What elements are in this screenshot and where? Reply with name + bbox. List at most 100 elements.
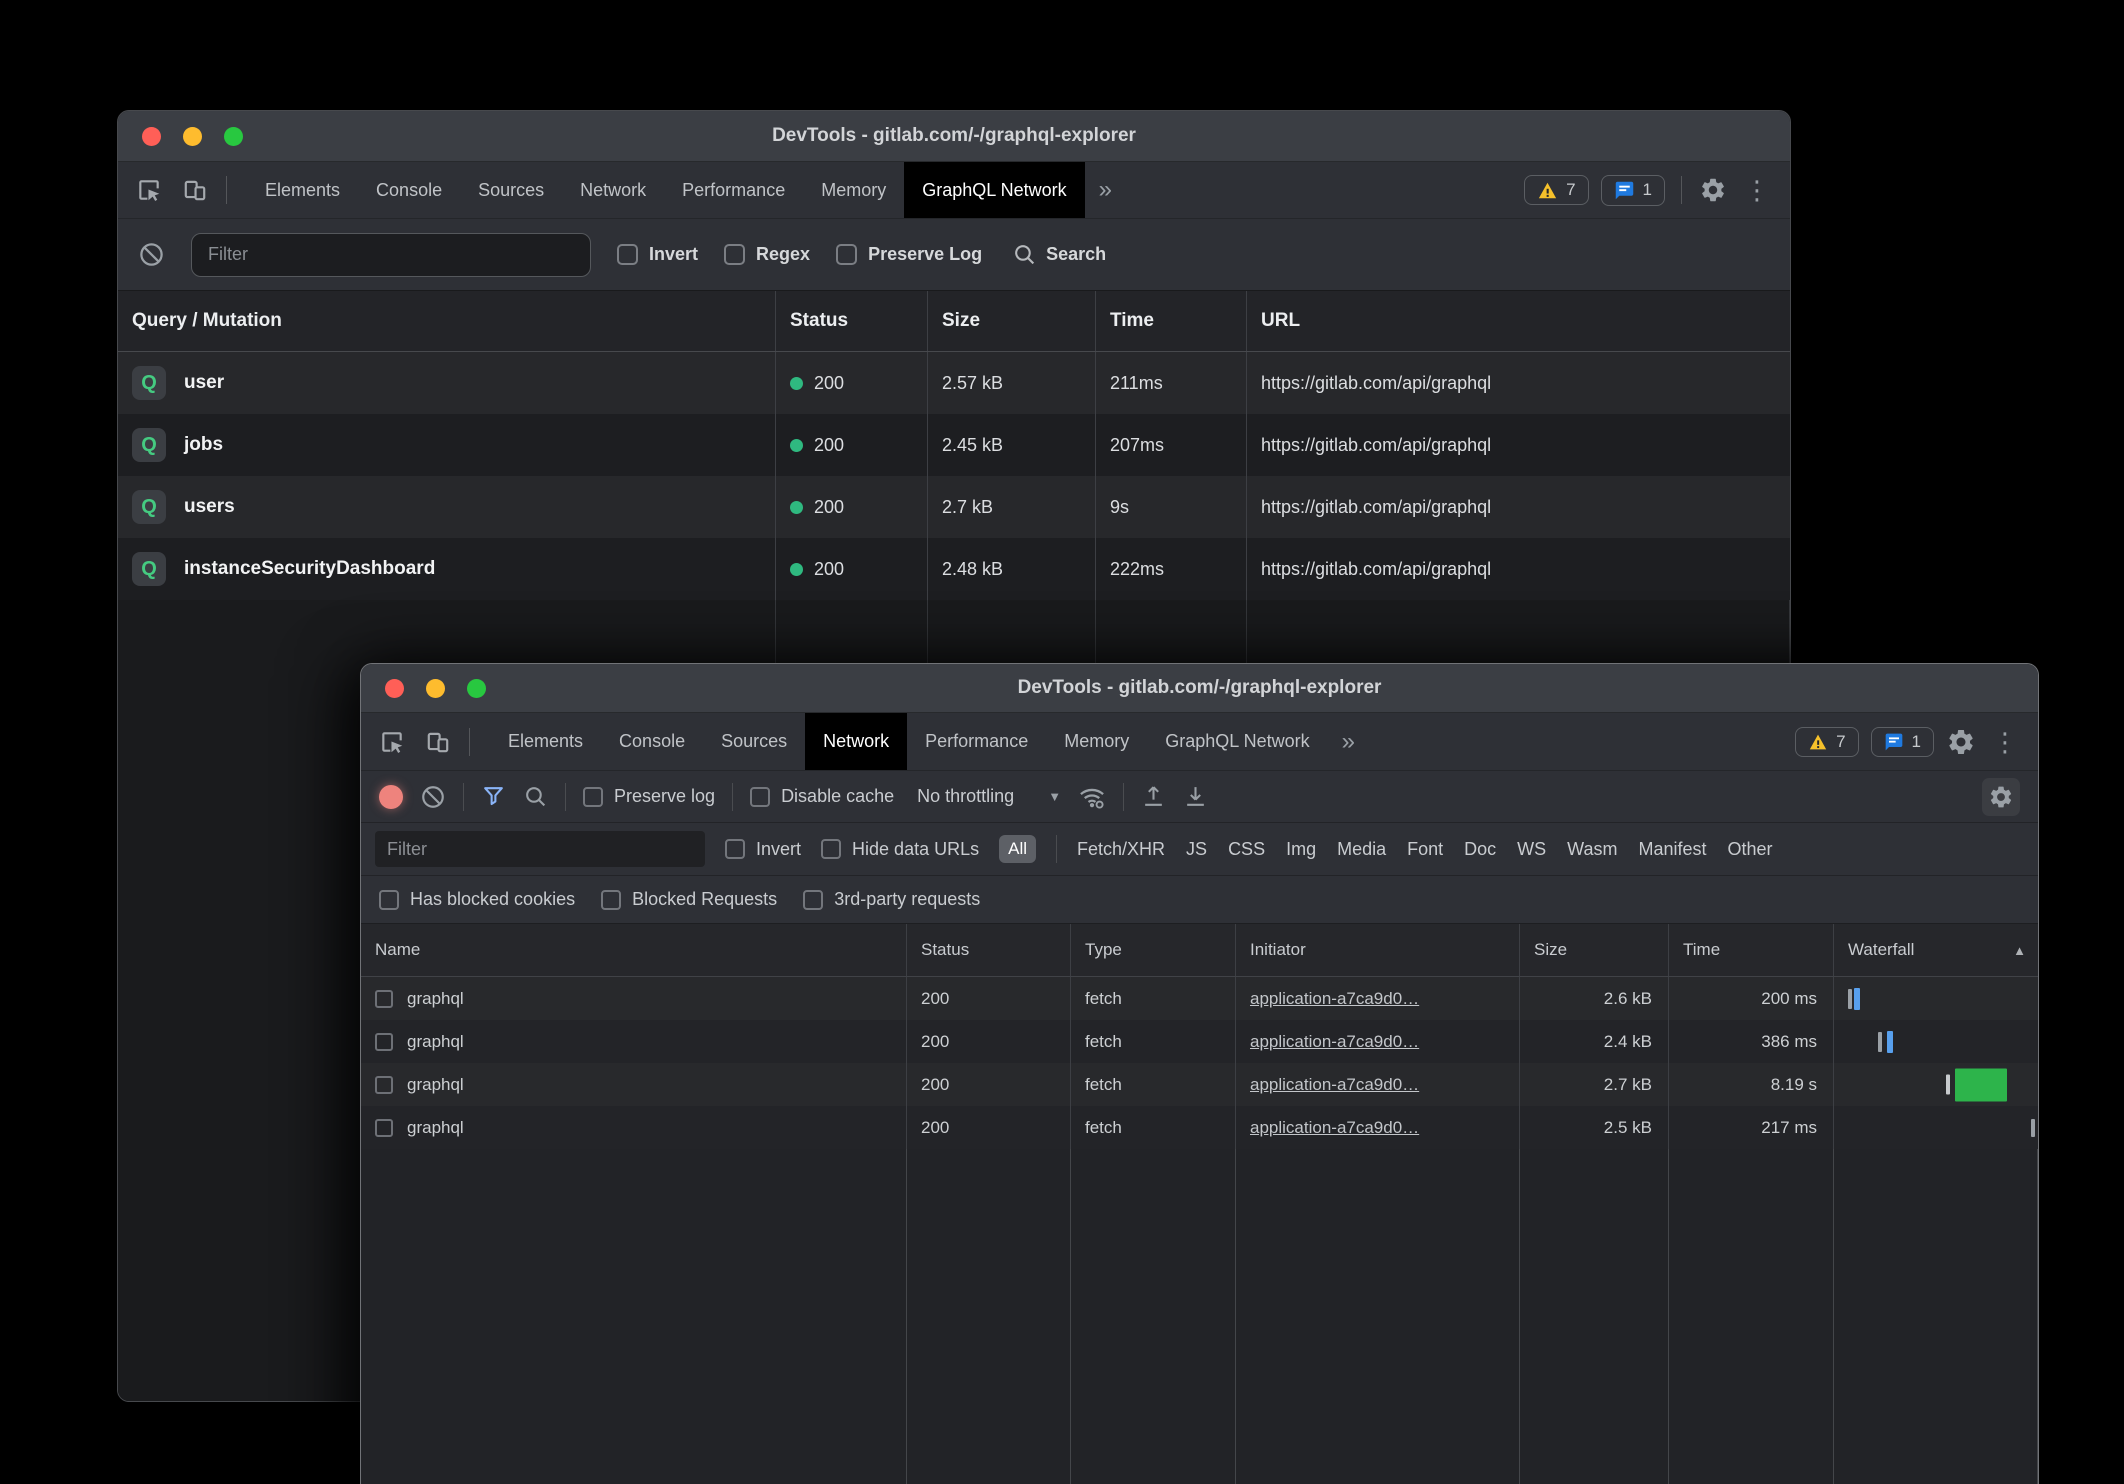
column-header-status[interactable]: Status [776,291,928,351]
invert-checkbox[interactable] [725,839,745,859]
request-checkbox[interactable] [375,1076,393,1094]
column-header-size[interactable]: Size [928,291,1096,351]
filter-type-all[interactable]: All [999,835,1036,863]
filter-type-css[interactable]: CSS [1228,839,1265,860]
initiator-link[interactable]: application-a7ca9d0… [1250,1075,1419,1095]
column-header-size[interactable]: Size [1520,924,1669,976]
initiator-link[interactable]: application-a7ca9d0… [1250,1118,1419,1138]
request-row[interactable]: graphql 200 fetch application-a7ca9d0… 2… [361,1020,2038,1063]
regex-checkbox[interactable] [724,244,745,265]
column-header-type[interactable]: Type [1071,924,1236,976]
query-row-instance-security-dashboard[interactable]: QinstanceSecurityDashboard 200 2.48 kB 2… [118,538,1790,600]
title-bar[interactable]: DevTools - gitlab.com/-/graphql-explorer [118,111,1790,162]
request-row[interactable]: graphql 200 fetch application-a7ca9d0… 2… [361,1063,2038,1106]
import-har-icon[interactable] [1141,784,1166,809]
issues-badge[interactable]: 1 [1601,175,1665,206]
filter-type-img[interactable]: Img [1286,839,1316,860]
filter-type-ws[interactable]: WS [1517,839,1546,860]
third-party-requests-checkbox-group[interactable]: 3rd-party requests [803,889,980,910]
column-header-url[interactable]: URL [1247,291,1790,351]
column-header-time[interactable]: Time [1669,924,1834,976]
request-row[interactable]: graphql 200 fetch application-a7ca9d0… 2… [361,977,2038,1020]
search-icon[interactable] [523,784,548,809]
column-header-waterfall[interactable]: Waterfall ▲ [1834,924,2038,976]
record-network-log-button[interactable] [379,785,403,809]
initiator-link[interactable]: application-a7ca9d0… [1250,989,1419,1009]
request-checkbox[interactable] [375,1119,393,1137]
disable-cache-checkbox-group[interactable]: Disable cache [750,786,894,807]
warnings-badge[interactable]: 7 [1524,175,1588,205]
filter-type-font[interactable]: Font [1407,839,1443,860]
filter-type-fetch-xhr[interactable]: Fetch/XHR [1077,839,1165,860]
tab-graphql-network[interactable]: GraphQL Network [904,162,1084,218]
tab-network[interactable]: Network [562,162,664,218]
tab-graphql-network[interactable]: GraphQL Network [1147,713,1327,770]
column-header-query-mutation[interactable]: Query / Mutation [118,291,776,351]
column-header-name[interactable]: Name [361,924,907,976]
kebab-menu-icon[interactable]: ⋮ [1988,729,2022,755]
invert-checkbox[interactable] [617,244,638,265]
filter-type-manifest[interactable]: Manifest [1639,839,1707,860]
preserve-log-checkbox-group[interactable]: Preserve log [583,786,715,807]
preserve-log-checkbox[interactable] [583,787,603,807]
has-blocked-cookies-checkbox-group[interactable]: Has blocked cookies [379,889,575,910]
issues-badge[interactable]: 1 [1871,727,1934,757]
column-header-time[interactable]: Time [1096,291,1247,351]
request-checkbox[interactable] [375,1033,393,1051]
preserve-log-checkbox[interactable] [836,244,857,265]
filter-type-js[interactable]: JS [1186,839,1207,860]
tab-console[interactable]: Console [358,162,460,218]
filter-input[interactable] [191,233,591,277]
more-tabs-icon[interactable]: » [1328,713,1369,770]
disable-cache-checkbox[interactable] [750,787,770,807]
filter-type-media[interactable]: Media [1337,839,1386,860]
tab-performance[interactable]: Performance [664,162,803,218]
query-row-users[interactable]: Qusers 200 2.7 kB 9s https://gitlab.com/… [118,476,1790,538]
tab-elements[interactable]: Elements [247,162,358,218]
zoom-window-button[interactable] [467,679,486,698]
network-settings-gear-icon[interactable] [1982,778,2020,816]
tab-network[interactable]: Network [805,713,907,770]
close-window-button[interactable] [142,127,161,146]
tab-sources[interactable]: Sources [703,713,805,770]
settings-gear-icon[interactable] [1698,175,1728,205]
third-party-requests-checkbox[interactable] [803,890,823,910]
request-row[interactable]: graphql 200 fetch application-a7ca9d0… 2… [361,1106,2038,1149]
tab-elements[interactable]: Elements [490,713,601,770]
invert-checkbox-group[interactable]: Invert [617,244,698,265]
clear-icon[interactable] [138,241,165,268]
tab-memory[interactable]: Memory [1046,713,1147,770]
tab-sources[interactable]: Sources [460,162,562,218]
settings-gear-icon[interactable] [1946,727,1976,757]
tab-performance[interactable]: Performance [907,713,1046,770]
device-toolbar-icon[interactable] [180,175,210,205]
zoom-window-button[interactable] [224,127,243,146]
network-filter-input[interactable] [375,831,705,867]
kebab-menu-icon[interactable]: ⋮ [1740,177,1774,203]
column-header-status[interactable]: Status [907,924,1071,976]
has-blocked-cookies-checkbox[interactable] [379,890,399,910]
request-checkbox[interactable] [375,990,393,1008]
invert-checkbox-group[interactable]: Invert [725,839,801,860]
minimize-window-button[interactable] [183,127,202,146]
network-conditions-icon[interactable] [1078,783,1106,811]
tab-memory[interactable]: Memory [803,162,904,218]
inspect-element-icon[interactable] [377,727,407,757]
hide-data-urls-checkbox-group[interactable]: Hide data URLs [821,839,979,860]
title-bar[interactable]: DevTools - gitlab.com/-/graphql-explorer [361,664,2038,713]
close-window-button[interactable] [385,679,404,698]
initiator-link[interactable]: application-a7ca9d0… [1250,1032,1419,1052]
device-toolbar-icon[interactable] [423,727,453,757]
inspect-element-icon[interactable] [134,175,164,205]
filter-type-other[interactable]: Other [1728,839,1773,860]
warnings-badge[interactable]: 7 [1795,727,1858,757]
throttling-dropdown[interactable]: No throttling ▼ [917,786,1061,807]
column-header-initiator[interactable]: Initiator [1236,924,1520,976]
preserve-log-checkbox-group[interactable]: Preserve Log [836,244,982,265]
search-button[interactable]: Search [1012,242,1106,267]
clear-network-log-icon[interactable] [420,784,446,810]
minimize-window-button[interactable] [426,679,445,698]
more-tabs-icon[interactable]: » [1085,162,1126,218]
blocked-requests-checkbox-group[interactable]: Blocked Requests [601,889,777,910]
filter-funnel-icon[interactable] [481,784,506,809]
